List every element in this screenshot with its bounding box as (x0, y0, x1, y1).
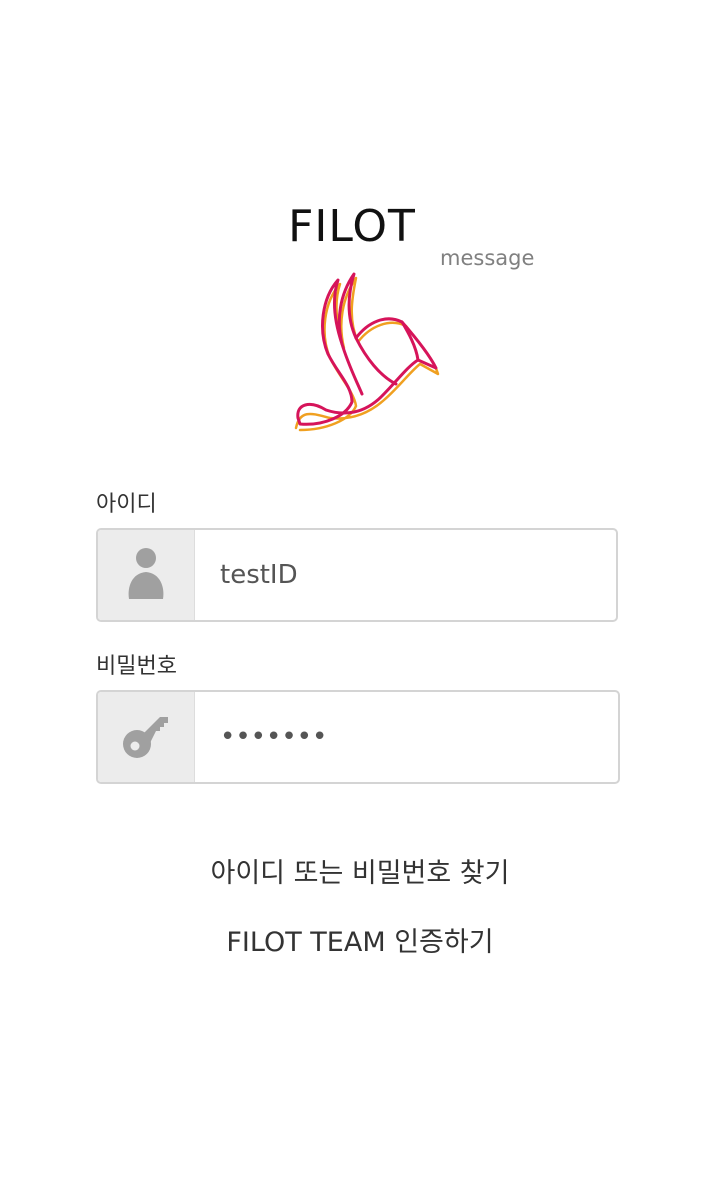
password-label: 비밀번호 (96, 654, 177, 679)
bird-logo-icon (294, 272, 440, 432)
id-input[interactable] (220, 530, 600, 620)
app-subtitle: message (440, 246, 535, 270)
find-account-link[interactable]: 아이디 또는 비밀번호 찾기 (0, 856, 720, 892)
password-field[interactable] (96, 690, 620, 784)
app-title: FILOT (288, 201, 416, 252)
key-icon (123, 717, 168, 758)
login-screen: FILOT message 아이디 비밀번호 (0, 0, 720, 1200)
id-label: 아이디 (96, 492, 157, 517)
password-input[interactable] (220, 692, 600, 782)
team-auth-link[interactable]: FILOT TEAM 인증하기 (0, 925, 720, 961)
password-icon-box (98, 692, 195, 782)
id-icon-box (98, 530, 195, 620)
id-field[interactable] (96, 528, 618, 622)
user-icon (128, 548, 164, 599)
